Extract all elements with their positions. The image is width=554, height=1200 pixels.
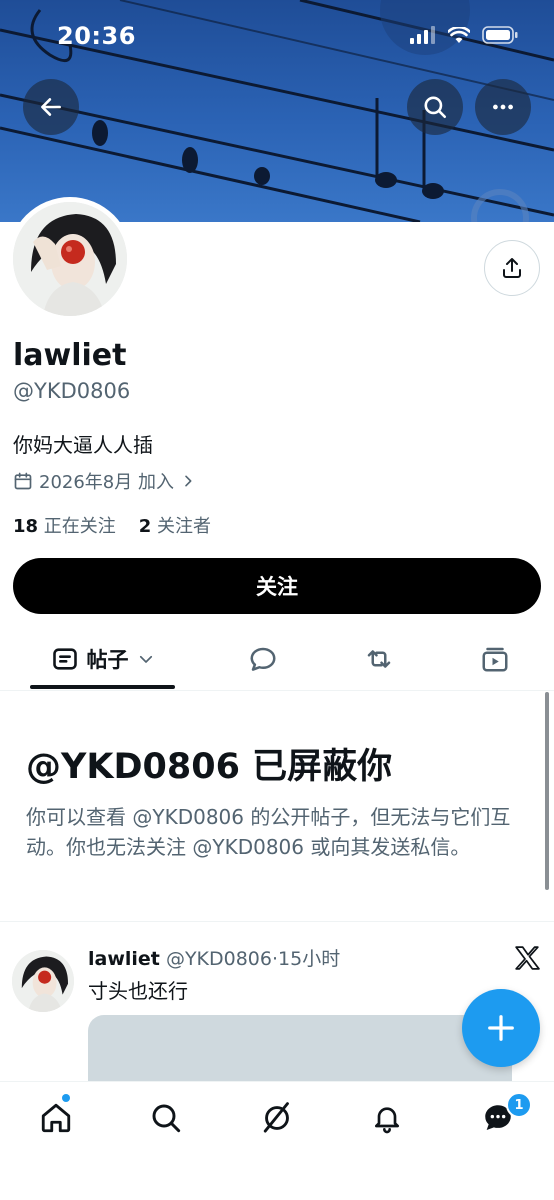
- divider: [0, 921, 554, 922]
- compose-button[interactable]: [462, 989, 540, 1067]
- following-link[interactable]: 18 正在关注: [13, 516, 116, 537]
- follow-button[interactable]: 关注: [13, 558, 541, 614]
- back-arrow-icon: [41, 98, 61, 116]
- active-tab-indicator: [30, 685, 175, 689]
- post-avatar[interactable]: [12, 950, 74, 1012]
- profile-avatar[interactable]: [8, 197, 132, 321]
- home-icon: [41, 1103, 71, 1133]
- joined-date[interactable]: 2026年8月 加入: [13, 468, 196, 494]
- post-time: 15小时: [278, 948, 341, 970]
- tab-media[interactable]: [465, 630, 525, 688]
- explore-icon: [152, 1104, 181, 1133]
- following-label: 正在关注: [43, 516, 116, 537]
- posts-tab-icon: [52, 648, 77, 670]
- chevron-right-icon: [185, 475, 192, 487]
- wifi-icon: [448, 26, 470, 43]
- search-button[interactable]: [407, 79, 463, 135]
- following-count: 18: [13, 516, 39, 537]
- media-icon: [482, 647, 508, 672]
- followers-link[interactable]: 2 关注者: [139, 516, 211, 537]
- follow-stats: 18 正在关注 2 关注者: [13, 512, 211, 538]
- nav-explore[interactable]: [146, 1098, 186, 1138]
- retweet-icon: [367, 650, 391, 668]
- tab-reposts[interactable]: [349, 630, 409, 688]
- profile-handle: @YKD0806: [13, 379, 131, 403]
- tab-posts-label: 帖子: [86, 648, 129, 672]
- nav-notifications[interactable]: [367, 1098, 407, 1138]
- plus-icon: [488, 1015, 514, 1041]
- post-header: lawliet @YKD0806·15小时: [88, 944, 340, 971]
- x-logo-icon: [515, 946, 540, 970]
- tab-posts[interactable]: 帖子: [30, 630, 175, 688]
- profile-name: lawliet: [13, 338, 127, 373]
- post-author-handle[interactable]: @YKD0806: [166, 948, 272, 970]
- more-button[interactable]: [475, 79, 531, 135]
- home-notification-dot: [62, 1094, 70, 1102]
- profile-tabs: 帖子: [0, 630, 554, 691]
- share-icon: [503, 258, 521, 278]
- post-author-name[interactable]: lawliet: [88, 948, 160, 970]
- more-icon: [493, 104, 513, 110]
- followers-label: 关注者: [156, 516, 211, 537]
- scrollbar[interactable]: [545, 692, 549, 890]
- avatar-image: [13, 202, 127, 316]
- share-button[interactable]: [484, 240, 540, 296]
- signal-icon: [410, 26, 435, 44]
- back-button[interactable]: [23, 79, 79, 135]
- post-source: [514, 946, 540, 974]
- nav-home[interactable]: [36, 1098, 76, 1138]
- messages-badge: 1: [506, 1092, 532, 1118]
- battery-icon: [482, 26, 518, 44]
- replies-icon: [250, 647, 276, 671]
- tab-replies[interactable]: [233, 630, 293, 688]
- bottom-nav: [0, 1081, 554, 1200]
- blocked-description: 你可以查看 @YKD0806 的公开帖子，但无法与它们互动。你也无法关注 @YK…: [26, 805, 511, 859]
- calendar-icon: [14, 472, 32, 490]
- chevron-down-icon: [139, 655, 152, 663]
- clock: 20:36: [57, 22, 136, 50]
- profile-bio: 你妈大逼人人插: [13, 433, 153, 457]
- status-icons: [410, 26, 518, 44]
- grok-icon: [263, 1102, 289, 1133]
- status-bar: 20:36: [0, 0, 554, 72]
- bell-icon: [375, 1107, 399, 1134]
- post-text: 寸头也还行: [88, 979, 188, 1003]
- joined-label: 2026年8月 加入: [39, 472, 174, 493]
- blocked-title: @YKD0806 已屏蔽你: [26, 747, 393, 787]
- search-icon: [424, 96, 447, 119]
- followers-count: 2: [138, 516, 152, 537]
- nav-grok[interactable]: [257, 1098, 297, 1138]
